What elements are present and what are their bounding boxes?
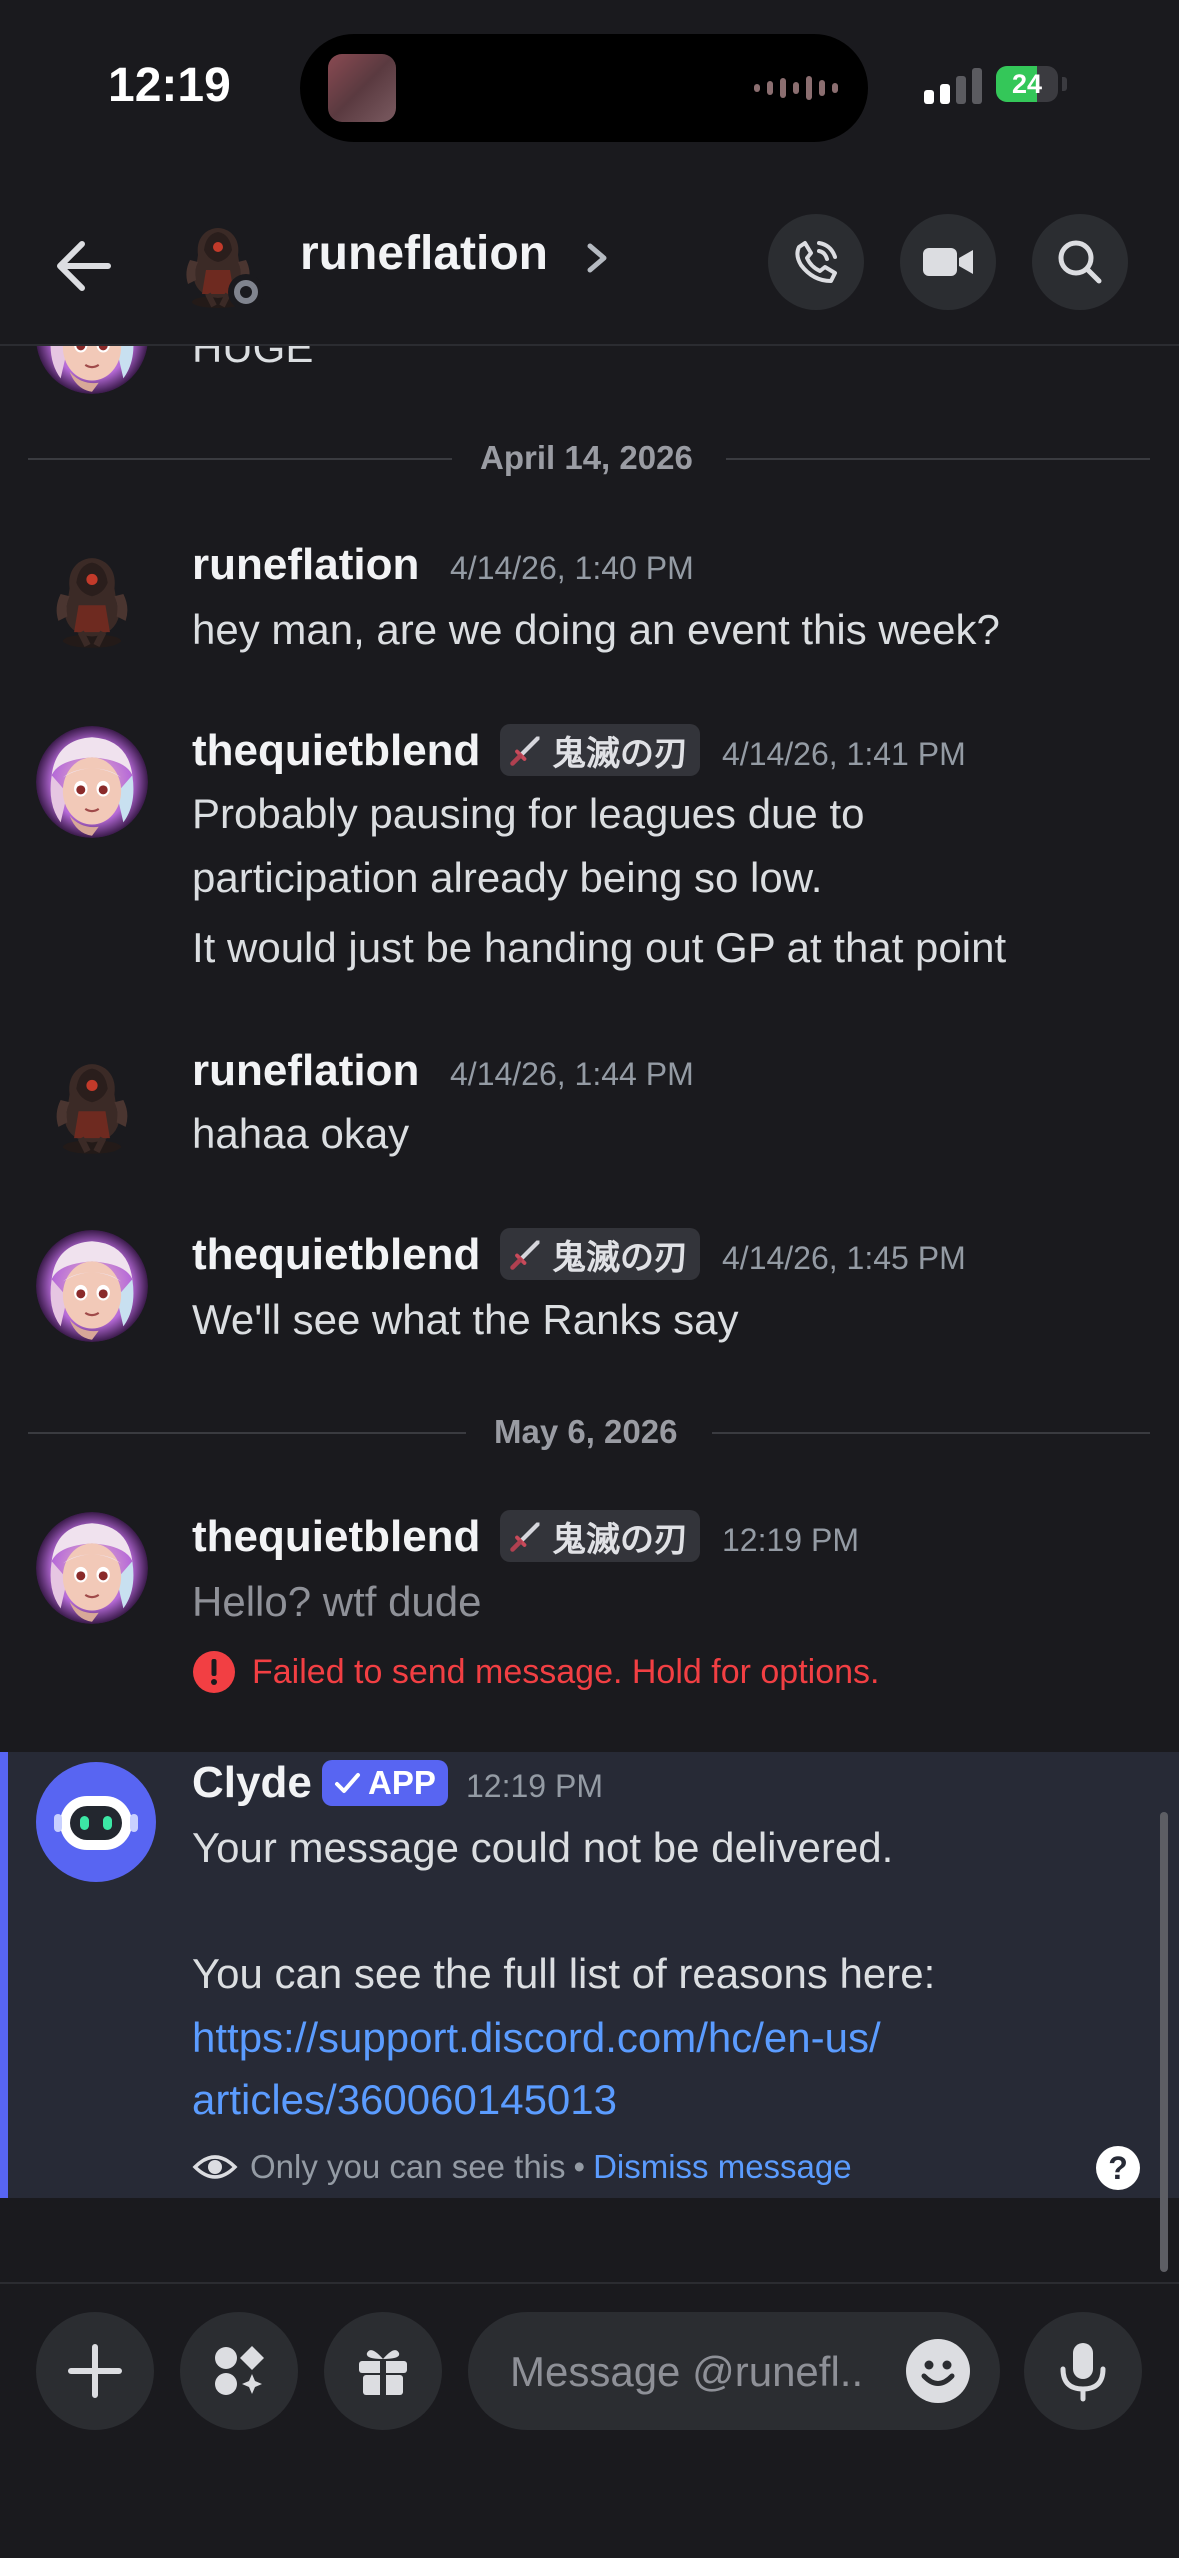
visibility-text: Only you can see this	[250, 2148, 566, 2185]
now-playing-thumbnail	[328, 54, 396, 122]
avatar[interactable]	[36, 346, 148, 394]
dismiss-message-link[interactable]: Dismiss message	[593, 2148, 852, 2186]
search-icon	[1058, 240, 1102, 284]
avatar[interactable]	[36, 1044, 148, 1156]
battery-level: 24	[1011, 69, 1043, 99]
message-composer	[0, 2282, 1179, 2558]
ephemeral-accent-bar	[0, 1752, 8, 2198]
message-author[interactable]: runeflation	[192, 1046, 419, 1096]
date-divider: April 14, 2026	[480, 439, 693, 476]
avatar[interactable]	[36, 726, 148, 838]
apps-button[interactable]	[180, 2312, 298, 2430]
role-tag[interactable]: 鬼滅の刃	[500, 724, 700, 776]
ephemeral-notice: Only you can see this • Dismiss message	[192, 2148, 852, 2186]
chat-header: runeflation	[0, 190, 1179, 346]
voice-message-button[interactable]	[1024, 2312, 1142, 2430]
gift-icon	[359, 2350, 407, 2397]
date-divider-line	[712, 1432, 1150, 1434]
eye-icon	[192, 2155, 238, 2179]
message-text: You can see the full list of reasons her…	[192, 1950, 936, 1997]
date-divider: May 6, 2026	[494, 1413, 678, 1450]
message-text: Probably pausing for leagues due to	[192, 790, 865, 837]
chevron-right-icon[interactable]	[582, 228, 612, 299]
video-camera-icon	[923, 248, 973, 276]
apps-icon	[215, 2346, 264, 2395]
separator: •	[573, 2148, 586, 2185]
phone-icon	[795, 241, 837, 283]
battery-icon: 24	[996, 66, 1058, 102]
message-timestamp: 12:19 PM	[722, 1522, 859, 1558]
message-text: It would just be handing out GP at that …	[192, 924, 1007, 971]
microphone-icon	[1060, 2343, 1106, 2402]
back-arrow-icon[interactable]	[48, 230, 120, 302]
offline-status-icon	[228, 274, 264, 310]
message-author[interactable]: Clyde	[192, 1758, 312, 1808]
help-icon[interactable]: ?	[1096, 2146, 1140, 2190]
add-attachment-button[interactable]	[36, 2312, 154, 2430]
error-text: Failed to send message. Hold for options…	[252, 1652, 880, 1691]
app-badge-label: APP	[368, 1764, 436, 1801]
support-link[interactable]: https://support.discord.com/hc/en-us/	[192, 2006, 881, 2070]
role-tag[interactable]: 鬼滅の刃	[500, 1510, 700, 1562]
search-button[interactable]	[1032, 214, 1128, 310]
message-timestamp: 4/14/26, 1:44 PM	[450, 1056, 694, 1092]
clyde-bot-icon	[54, 1796, 138, 1850]
dynamic-island	[300, 34, 868, 142]
message-text: We'll see what the Ranks say	[192, 1296, 739, 1343]
date-divider-line	[28, 458, 452, 460]
date-divider-line	[28, 1432, 466, 1434]
message-timestamp: 4/14/26, 1:41 PM	[722, 736, 966, 772]
scrollbar[interactable]	[1160, 1812, 1168, 2272]
message-timestamp: 4/14/26, 1:45 PM	[722, 1240, 966, 1276]
cellular-signal-icon	[924, 64, 982, 104]
send-error[interactable]: Failed to send message. Hold for options…	[192, 1650, 879, 1694]
emoji-icon[interactable]	[906, 2339, 970, 2403]
call-button[interactable]	[768, 214, 864, 310]
message-text: hey man, are we doing an event this week…	[192, 606, 1000, 653]
clyde-avatar[interactable]	[36, 1762, 156, 1882]
message-text: hahaa okay	[192, 1110, 410, 1157]
gift-button[interactable]	[324, 2312, 442, 2430]
role-tag-label: 鬼滅の刃	[552, 1238, 688, 1277]
message-list[interactable]: HUGE April 14, 2026 runeflation 4/14/26,…	[0, 346, 1179, 2282]
role-tag-label: 鬼滅の刃	[552, 1520, 688, 1559]
message-timestamp: 4/14/26, 1:40 PM	[450, 550, 694, 586]
status-time: 12:19	[108, 59, 231, 112]
audio-waveform-icon	[754, 74, 838, 102]
message-text: Your message could not be delivered.	[192, 1824, 894, 1871]
message-input[interactable]	[508, 2312, 892, 2432]
page-title[interactable]: runeflation	[300, 226, 548, 281]
message-author[interactable]: thequietblend	[192, 1230, 480, 1280]
message-input-container[interactable]	[468, 2312, 1000, 2432]
support-link[interactable]: articles/360060145013	[192, 2068, 617, 2132]
video-call-button[interactable]	[900, 214, 996, 310]
failed-message-text[interactable]: Hello? wtf dude	[192, 1570, 482, 1634]
message-timestamp: 12:19 PM	[466, 1768, 603, 1804]
message-author[interactable]: thequietblend	[192, 726, 480, 776]
checkmark-icon	[335, 1773, 360, 1793]
plus-icon	[68, 2344, 122, 2398]
message-text: HUGE	[192, 346, 314, 371]
message-text: participation already being so low.	[192, 854, 823, 901]
role-tag[interactable]: 鬼滅の刃	[500, 1228, 700, 1280]
error-icon	[193, 1651, 235, 1693]
sword-icon	[508, 1518, 544, 1554]
app-badge: APP	[322, 1760, 448, 1806]
sword-icon	[508, 732, 544, 768]
sword-icon	[508, 1236, 544, 1272]
date-divider-line	[726, 458, 1150, 460]
avatar[interactable]	[36, 1512, 148, 1624]
avatar[interactable]	[36, 538, 148, 650]
battery-cap	[1062, 77, 1067, 91]
message-author[interactable]: runeflation	[192, 540, 419, 590]
avatar[interactable]	[36, 1230, 148, 1342]
message-author[interactable]: thequietblend	[192, 1512, 480, 1562]
role-tag-label: 鬼滅の刃	[552, 734, 688, 773]
